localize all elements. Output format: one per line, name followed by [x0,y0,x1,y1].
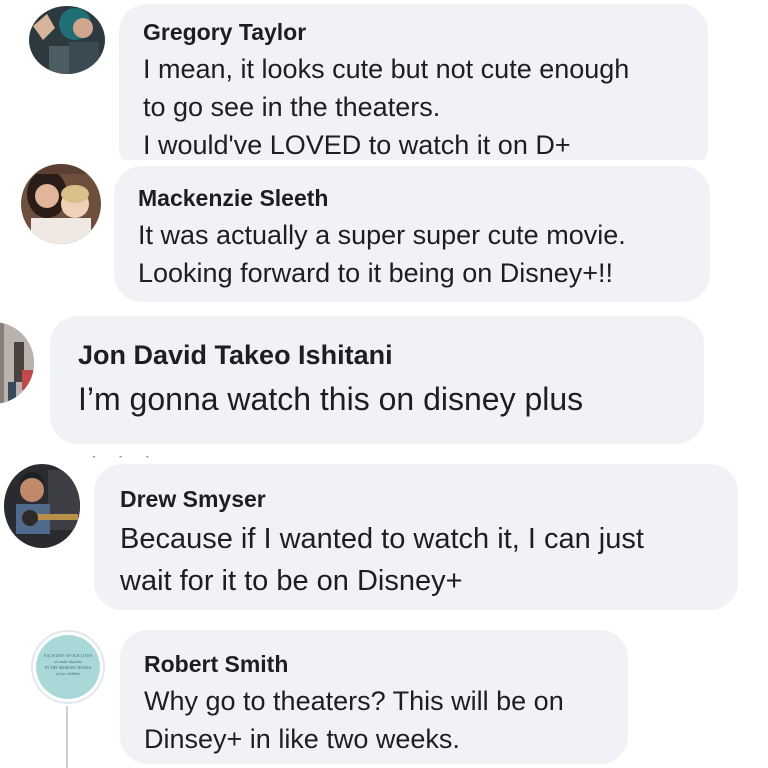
hidden-text-fragment: · · · [90,456,690,462]
quote-badge: EACH DAY OF OUR LIVES we make deposits I… [36,635,100,699]
avatar[interactable] [4,464,80,548]
badge-line: of our children [56,671,80,676]
comment-text-line: I’m gonna watch this on disney plus [78,381,584,417]
comment-author[interactable]: Robert Smith [144,646,604,682]
avatar[interactable]: EACH DAY OF OUR LIVES we make deposits I… [31,630,105,704]
comment-author[interactable]: Jon David Takeo Ishitani [78,334,676,376]
comment-text-line: Why go to theaters? This will be on [144,686,564,716]
comment-bubble: Drew Smyser Because if I wanted to watch… [94,464,738,610]
comment-author[interactable]: Drew Smyser [120,480,712,518]
avatar[interactable] [21,164,101,244]
comment-mackenzie-sleeth: Mackenzie Sleeth It was actually a super… [0,160,768,308]
avatar[interactable] [29,6,105,74]
comment-author[interactable]: Gregory Taylor [143,14,684,50]
avatar[interactable] [0,322,34,404]
comment-drew-smyser: · · · Drew Smyser Because if I wanted to… [0,456,768,624]
comment-text-line: I mean, it looks cute but not cute enoug… [143,54,630,84]
profile-photo-mackenzie [21,164,101,244]
comment-text-line: to go see in the theaters. [143,92,441,122]
comment-text-line: wait for it to be on Disney+ [120,565,463,597]
comment-text-line: I would've LOVED to watch it on D+ [143,130,571,160]
comment-jon-ishitani: Jon David Takeo Ishitani I’m gonna watch… [0,308,768,450]
comment-gregory-taylor: Gregory Taylor I mean, it looks cute but… [0,0,768,160]
comment-text-line: Because if I wanted to watch it, I can j… [120,523,644,555]
comment-bubble: Jon David Takeo Ishitani I’m gonna watch… [50,316,704,444]
thread-line [66,706,68,768]
comment-author[interactable]: Mackenzie Sleeth [138,180,686,216]
profile-photo-jon [0,322,34,404]
comment-text-line: Dinsey+ in like two weeks. [144,724,460,754]
comment-text-line: Looking forward to it being on Disney+!! [138,258,614,288]
profile-photo-gregory [29,6,105,74]
comment-bubble: Gregory Taylor I mean, it looks cute but… [119,4,708,160]
comment-robert-smith: EACH DAY OF OUR LIVES we make deposits I… [0,624,768,768]
profile-photo-drew [4,464,80,548]
comment-text-line: It was actually a super super cute movie… [138,220,626,250]
comment-bubble: Mackenzie Sleeth It was actually a super… [114,166,710,302]
comment-bubble: Robert Smith Why go to theaters? This wi… [120,630,628,764]
